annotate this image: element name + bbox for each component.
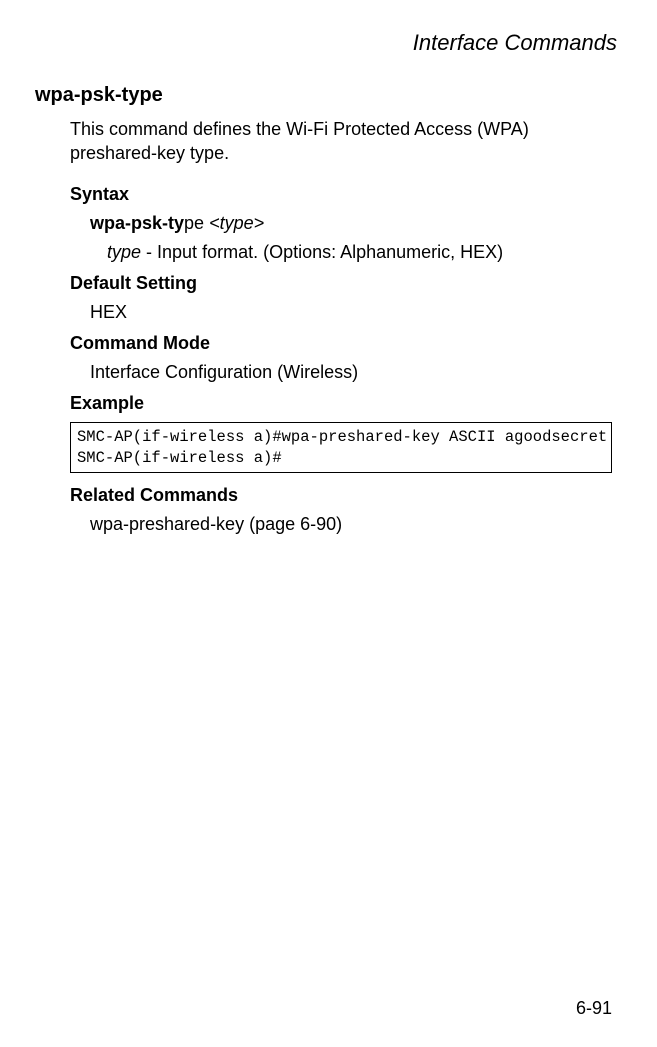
parameter-text: - Input format. (Options: Alphanumeric, …	[141, 242, 503, 262]
related-commands-heading: Related Commands	[70, 485, 612, 506]
command-description: This command defines the Wi-Fi Protected…	[70, 117, 612, 166]
parameter-description: type - Input format. (Options: Alphanume…	[107, 242, 612, 263]
example-code: SMC-AP(if-wireless a)#wpa-preshared-key …	[70, 422, 612, 474]
page-number: 6-91	[576, 998, 612, 1019]
command-name: wpa-psk-type	[35, 84, 612, 107]
syntax-argument: <type>	[209, 213, 264, 233]
command-mode-heading: Command Mode	[70, 333, 612, 354]
parameter-name: type	[107, 242, 141, 262]
related-commands-value: wpa-preshared-key (page 6-90)	[90, 514, 612, 535]
default-setting-value: HEX	[90, 302, 612, 323]
chapter-header: Interface Commands	[35, 30, 617, 56]
command-mode-value: Interface Configuration (Wireless)	[90, 362, 612, 383]
default-setting-heading: Default Setting	[70, 273, 612, 294]
syntax-command-rest: pe	[184, 213, 209, 233]
syntax-line: wpa-psk-type <type>	[90, 213, 612, 234]
example-heading: Example	[70, 393, 612, 414]
page: Interface Commands wpa-psk-type This com…	[0, 0, 657, 1047]
syntax-command-bold: wpa-psk-ty	[90, 213, 184, 233]
syntax-heading: Syntax	[70, 184, 612, 205]
